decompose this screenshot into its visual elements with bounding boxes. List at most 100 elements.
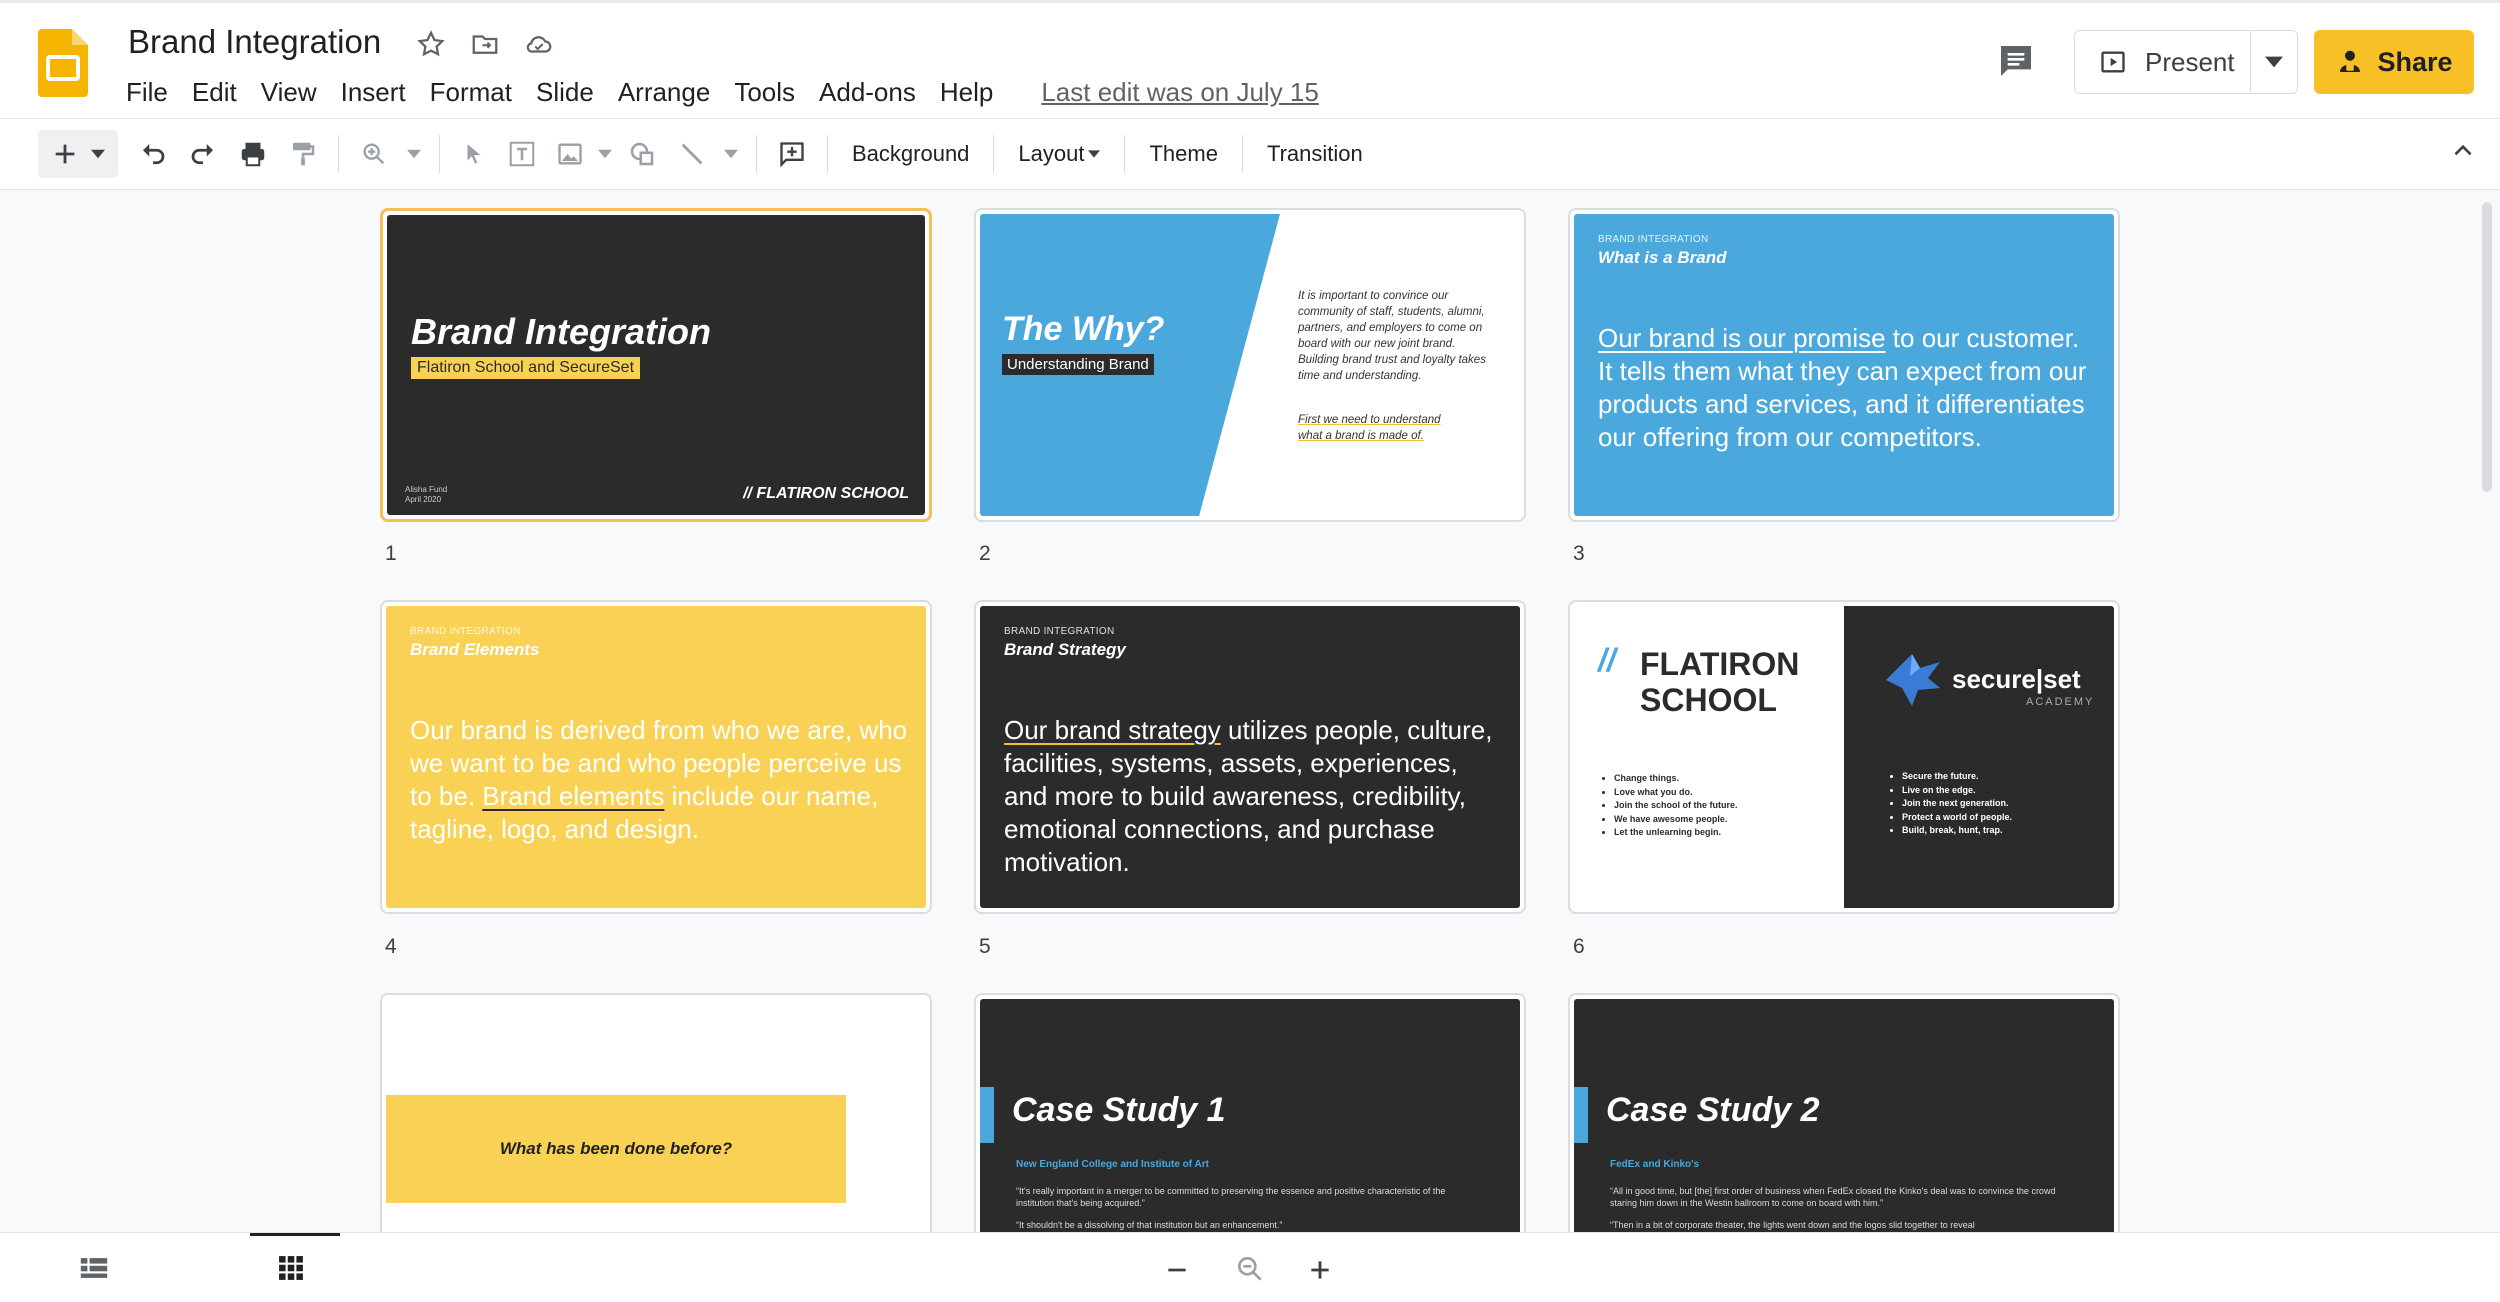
flatiron-logo: // FLATIRON SCHOOL (743, 485, 909, 502)
slide-quote: “It's really important in a merger to be… (1016, 1186, 1446, 1208)
bottom-bar (0, 1232, 2500, 1302)
slide-number: 4 (385, 935, 397, 958)
move-folder-icon[interactable] (468, 27, 502, 61)
list-item: Live on the edge. (1902, 784, 2012, 798)
list-item: Let the unlearning begin. (1614, 826, 1738, 840)
new-slide-icon (55, 144, 75, 164)
share-button[interactable]: Share (2314, 30, 2474, 94)
slide-thumbnail-6[interactable]: // FLATIRON SCHOOL secure|set ACADEMY Ch… (1568, 600, 2120, 914)
menu-arrange[interactable]: Arrange (606, 75, 723, 109)
image-icon[interactable] (546, 130, 594, 178)
menu-view[interactable]: View (249, 75, 329, 109)
list-item: Protect a world of people. (1902, 811, 2012, 825)
select-icon[interactable] (450, 130, 498, 178)
menu-help[interactable]: Help (928, 75, 1005, 109)
slide-paragraph: First we need to understand what a brand… (1298, 414, 1441, 442)
undo-icon[interactable] (128, 130, 178, 178)
chevron-down-icon[interactable] (399, 130, 429, 178)
list-view-icon[interactable] (80, 1257, 108, 1279)
text-box-icon[interactable] (498, 130, 546, 178)
toolbar-divider (993, 135, 995, 173)
layout-label: Layout (1018, 141, 1085, 166)
chevron-down-icon[interactable] (594, 130, 616, 178)
list-item: Join the next generation. (1902, 797, 2012, 811)
slide-thumbnail-8[interactable]: Case Study 1 New England College and Ins… (974, 993, 1526, 1232)
chevron-down-icon (2265, 56, 2283, 68)
paint-format-icon[interactable] (278, 130, 328, 178)
slide-subtitle: Understanding Brand (1002, 354, 1154, 375)
comment-add-icon[interactable] (767, 130, 817, 178)
academy-label: ACADEMY (2026, 696, 2095, 708)
slide-thumbnail-7[interactable]: What has been done before? (380, 993, 932, 1232)
slide-date: April 2020 (405, 495, 442, 504)
comments-icon[interactable] (1996, 41, 2036, 81)
slides-logo-icon[interactable] (38, 29, 88, 97)
zoom-icon[interactable] (1234, 1253, 1266, 1285)
slide-author: Alisha Fund (405, 485, 448, 494)
toolbar-divider (439, 135, 440, 173)
slide-number: 6 (1573, 935, 1585, 958)
slide-grid: Brand Integration Flatiron School and Se… (0, 190, 2500, 1232)
layout-button[interactable]: Layout (1004, 130, 1114, 178)
menu-file[interactable]: File (126, 75, 180, 109)
new-slide-button[interactable] (38, 130, 118, 178)
title-bar: Brand Integration File Edit View Insert … (0, 0, 2500, 118)
zoom-out-icon[interactable] (1164, 1257, 1190, 1283)
grid-view-icon[interactable] (278, 1255, 304, 1281)
transition-button[interactable]: Transition (1253, 130, 1377, 178)
share-label: Share (2377, 46, 2453, 77)
logo-line: SCHOOL (1640, 682, 1777, 718)
print-icon[interactable] (228, 130, 278, 178)
chevron-down-icon[interactable] (716, 130, 746, 178)
slide-thumbnail-3[interactable]: BRAND INTEGRATION What is a Brand Our br… (1568, 208, 2120, 522)
menu-tools[interactable]: Tools (722, 75, 807, 109)
slide-thumbnail-4[interactable]: BRAND INTEGRATION Brand Elements Our bra… (380, 600, 932, 914)
scrollbar[interactable] (2482, 202, 2492, 492)
slide-number: 2 (979, 542, 991, 565)
slide-subtitle: FedEx and Kinko's (1610, 1159, 1700, 1170)
cloud-saved-icon[interactable] (522, 27, 556, 61)
slide-paragraph: It is important to convince our communit… (1298, 290, 1486, 382)
slide-title: What has been done before? (386, 1095, 846, 1203)
present-icon (2101, 51, 2125, 73)
list-item: Build, break, hunt, trap. (1902, 824, 2012, 838)
collapse-toolbar-icon[interactable] (2450, 137, 2476, 163)
last-edit-link[interactable]: Last edit was on July 15 (1029, 75, 1331, 109)
present-dropdown[interactable] (2251, 31, 2297, 93)
slide-thumbnail-1[interactable]: Brand Integration Flatiron School and Se… (380, 208, 932, 522)
menu-add-ons[interactable]: Add-ons (807, 75, 928, 109)
slide-quote: “It shouldn't be a dissolving of that in… (1016, 1220, 1283, 1230)
list-item: Change things. (1614, 772, 1738, 786)
flatiron-slash-logo: // (1598, 642, 1616, 678)
wolf-logo-icon (1886, 654, 1940, 706)
zoom-icon[interactable] (349, 130, 399, 178)
redo-icon[interactable] (178, 130, 228, 178)
slide-subtitle: Flatiron School and SecureSet (411, 357, 641, 379)
line-icon[interactable] (668, 130, 716, 178)
menu-slide[interactable]: Slide (524, 75, 606, 109)
menu-insert[interactable]: Insert (329, 75, 418, 109)
slide-body-link: Our brand is our promise (1598, 323, 1886, 353)
menu-format[interactable]: Format (418, 75, 524, 109)
chevron-down-icon (1088, 150, 1101, 158)
document-title[interactable]: Brand Integration (128, 23, 381, 61)
theme-button[interactable]: Theme (1135, 130, 1231, 178)
toolbar-divider (338, 135, 339, 173)
menu-edit[interactable]: Edit (180, 75, 249, 109)
slide-thumbnail-5[interactable]: BRAND INTEGRATION Brand Strategy Our bra… (974, 600, 1526, 914)
star-icon[interactable] (414, 27, 448, 61)
accent-bar (980, 1087, 994, 1143)
slide-number: 3 (1573, 542, 1585, 565)
slide-title: The Why? (1002, 310, 1165, 348)
slide-title: Case Study 1 (1012, 1091, 1226, 1129)
slide-thumbnail-2[interactable]: The Why? Understanding Brand It is impor… (974, 208, 1526, 522)
present-button[interactable]: Present (2074, 30, 2298, 94)
present-main[interactable]: Present (2075, 31, 2251, 93)
slide-heading: What is a Brand (1598, 248, 1727, 267)
slide-thumbnail-9[interactable]: Case Study 2 FedEx and Kinko's “All in g… (1568, 993, 2120, 1232)
shape-icon[interactable] (616, 130, 668, 178)
zoom-in-icon[interactable] (1307, 1257, 1333, 1283)
slide-number: 5 (979, 935, 991, 958)
lock-person-icon (2340, 50, 2361, 72)
background-button[interactable]: Background (838, 130, 983, 178)
